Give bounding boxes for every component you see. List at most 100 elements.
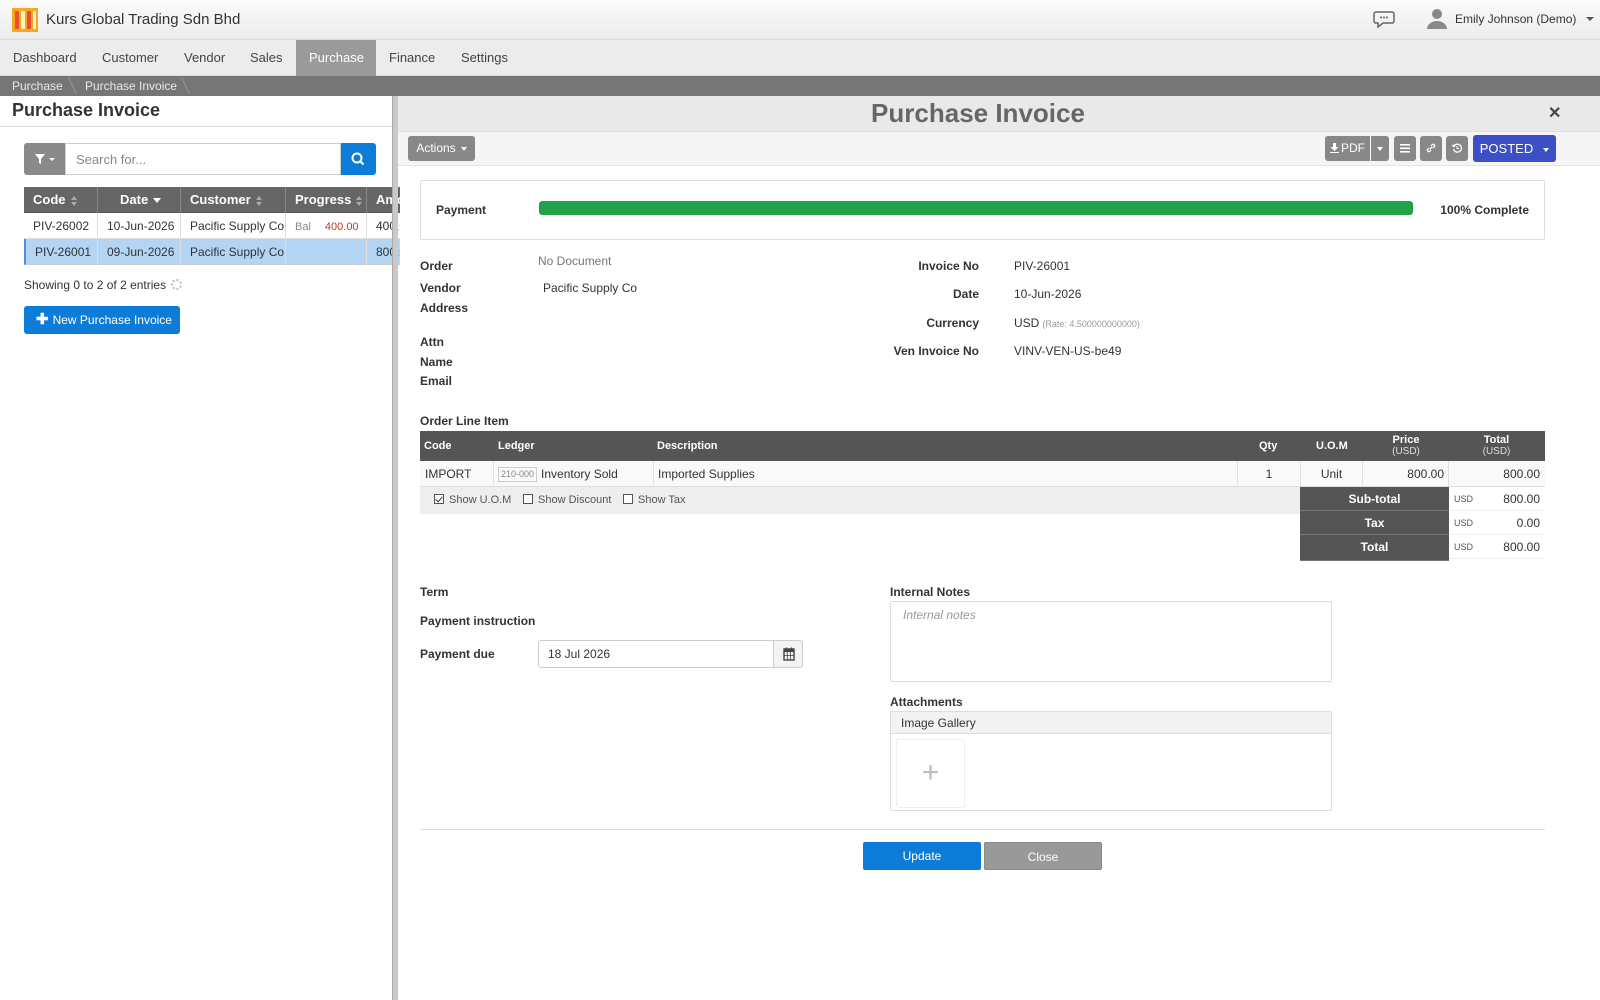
nav-vendor[interactable]: Vendor xyxy=(171,40,238,76)
update-button[interactable]: Update xyxy=(863,842,981,870)
user-avatar-icon[interactable] xyxy=(1426,7,1448,29)
vendor-label: Vendor xyxy=(420,281,461,295)
show-discount-checkbox[interactable]: Show Discount xyxy=(523,494,611,506)
breadcrumb-purchase[interactable]: Purchase xyxy=(12,76,63,96)
nav-finance[interactable]: Finance xyxy=(376,40,448,76)
company-logo-icon xyxy=(12,8,38,32)
item-qty: 1 xyxy=(1238,461,1301,487)
option-label: Show Tax xyxy=(638,494,686,506)
attachments-label: Attachments xyxy=(890,695,963,709)
chat-icon[interactable] xyxy=(1373,9,1395,29)
sort-icon xyxy=(70,195,78,206)
attn-label: Attn xyxy=(420,335,444,349)
line-items-header: Code Ledger Description Qty U.O.M Price(… xyxy=(420,431,1545,461)
nav-purchase[interactable]: Purchase xyxy=(296,40,376,76)
payment-due-input[interactable]: 18 Jul 2026 xyxy=(538,640,774,668)
search-button[interactable] xyxy=(341,143,376,175)
list-icon xyxy=(1400,144,1410,153)
item-ledger: 210-000 Inventory Sold xyxy=(494,461,654,487)
table-row[interactable]: PIV-26002 10-Jun-2026 Pacific Supply Co … xyxy=(24,213,400,239)
status-badge[interactable]: POSTED xyxy=(1473,135,1556,162)
option-label: Show U.O.M xyxy=(449,494,512,506)
item-total: 800.00 xyxy=(1503,467,1540,481)
column-code[interactable]: Code xyxy=(24,187,98,213)
chevron-down-icon xyxy=(460,146,467,151)
nav-customer[interactable]: Customer xyxy=(89,40,171,76)
cell-progress xyxy=(286,239,367,265)
table-row-selected[interactable]: PIV-26001 09-Jun-2026 Pacific Supply Co … xyxy=(24,239,400,265)
col-price: Price (USD) xyxy=(1365,434,1447,458)
cell-progress: Bal 400.00 xyxy=(286,213,367,239)
detail-toolbar: Actions PDF POSTED xyxy=(398,132,1600,166)
loading-icon xyxy=(171,279,182,290)
nav-sales[interactable]: Sales xyxy=(237,40,296,76)
order-label: Order xyxy=(420,259,453,273)
column-progress[interactable]: Progress xyxy=(286,187,367,213)
vendor-value[interactable]: Pacific Supply Co xyxy=(543,281,637,295)
col-description: Description xyxy=(657,440,718,452)
link-button[interactable] xyxy=(1420,136,1442,161)
sort-desc-icon xyxy=(153,198,162,204)
column-customer[interactable]: Customer xyxy=(181,187,286,213)
add-image-button[interactable]: + xyxy=(896,739,965,808)
payment-progress-text: 100% Complete xyxy=(1440,203,1529,217)
col-qty: Qty xyxy=(1259,440,1278,452)
pdf-button[interactable]: PDF xyxy=(1325,136,1370,161)
button-label: Actions xyxy=(416,141,456,155)
panel-splitter[interactable] xyxy=(392,96,398,1000)
button-label: New Purchase Invoice xyxy=(52,313,172,327)
nav-dashboard[interactable]: Dashboard xyxy=(0,40,90,76)
order-line-item-title: Order Line Item xyxy=(420,414,509,428)
close-button[interactable]: Close xyxy=(984,842,1102,870)
plus-icon: ✚ xyxy=(36,311,49,328)
list-view-button[interactable] xyxy=(1394,136,1416,161)
col-label: Total xyxy=(1483,434,1510,446)
show-uom-checkbox[interactable]: Show U.O.M xyxy=(434,494,511,506)
actions-button[interactable]: Actions xyxy=(408,136,475,161)
col-label: Price xyxy=(1392,434,1420,446)
line-item-row[interactable]: IMPORT 210-000 Inventory Sold Imported Su… xyxy=(420,461,1545,487)
cell-code: PIV-26001 xyxy=(26,239,98,265)
invoice-list-table: Code Date Customer Progress Amount PIV-2… xyxy=(24,187,400,271)
checkbox-checked-icon xyxy=(434,494,444,504)
history-button[interactable] xyxy=(1446,136,1468,161)
nav-settings[interactable]: Settings xyxy=(448,40,521,76)
tax-value: 0.00 xyxy=(1516,516,1540,530)
currency-code: USD xyxy=(1014,316,1040,330)
user-name[interactable]: Emily Johnson (Demo) xyxy=(1455,12,1576,26)
calendar-button[interactable] xyxy=(773,640,803,668)
top-bar: Kurs Global Trading Sdn Bhd Emily Johnso… xyxy=(0,0,1600,40)
column-date[interactable]: Date xyxy=(98,187,181,213)
column-label: Customer xyxy=(190,192,251,207)
email-label: Email xyxy=(420,374,453,388)
history-icon xyxy=(1452,143,1462,153)
pdf-options-button[interactable] xyxy=(1371,136,1389,161)
link-icon xyxy=(1426,143,1436,153)
entries-info: Showing 0 to 2 of 2 entries xyxy=(24,278,167,292)
breadcrumb-purchase-invoice[interactable]: Purchase Invoice xyxy=(85,76,177,96)
filter-button[interactable] xyxy=(24,143,66,175)
search-input[interactable] xyxy=(65,143,341,175)
show-tax-checkbox[interactable]: Show Tax xyxy=(623,494,686,506)
ledger-code: 210-000 xyxy=(498,467,538,483)
ven-invoice-label: Ven Invoice No xyxy=(893,344,979,358)
divider xyxy=(0,126,400,127)
tax-label: Tax xyxy=(1300,511,1449,535)
balance-label: Bal xyxy=(295,221,311,233)
new-purchase-invoice-button[interactable]: ✚ New Purchase Invoice xyxy=(24,306,180,334)
user-menu-caret-icon[interactable] xyxy=(1586,17,1594,21)
internal-notes-input[interactable] xyxy=(890,601,1332,682)
order-value[interactable]: No Document xyxy=(538,254,611,268)
col-total: Total (USD) xyxy=(1450,434,1543,458)
line-item-options: Show U.O.M Show Discount Show Tax xyxy=(420,487,1300,514)
breadcrumb: Purchase Purchase Invoice xyxy=(0,76,1600,96)
total-label: Total xyxy=(1300,535,1449,561)
ven-invoice-value: VINV-VEN-US-be49 xyxy=(1014,344,1122,358)
col-code: Code xyxy=(424,440,452,452)
chevron-down-icon xyxy=(1543,147,1550,152)
sort-icon xyxy=(255,195,263,206)
item-description: Imported Supplies xyxy=(654,461,1238,487)
main-nav: Dashboard Customer Vendor Sales Purchase… xyxy=(0,40,1600,76)
exchange-rate: (Rate: 4.500000000000) xyxy=(1042,319,1140,329)
close-icon[interactable]: ✕ xyxy=(1548,103,1561,123)
